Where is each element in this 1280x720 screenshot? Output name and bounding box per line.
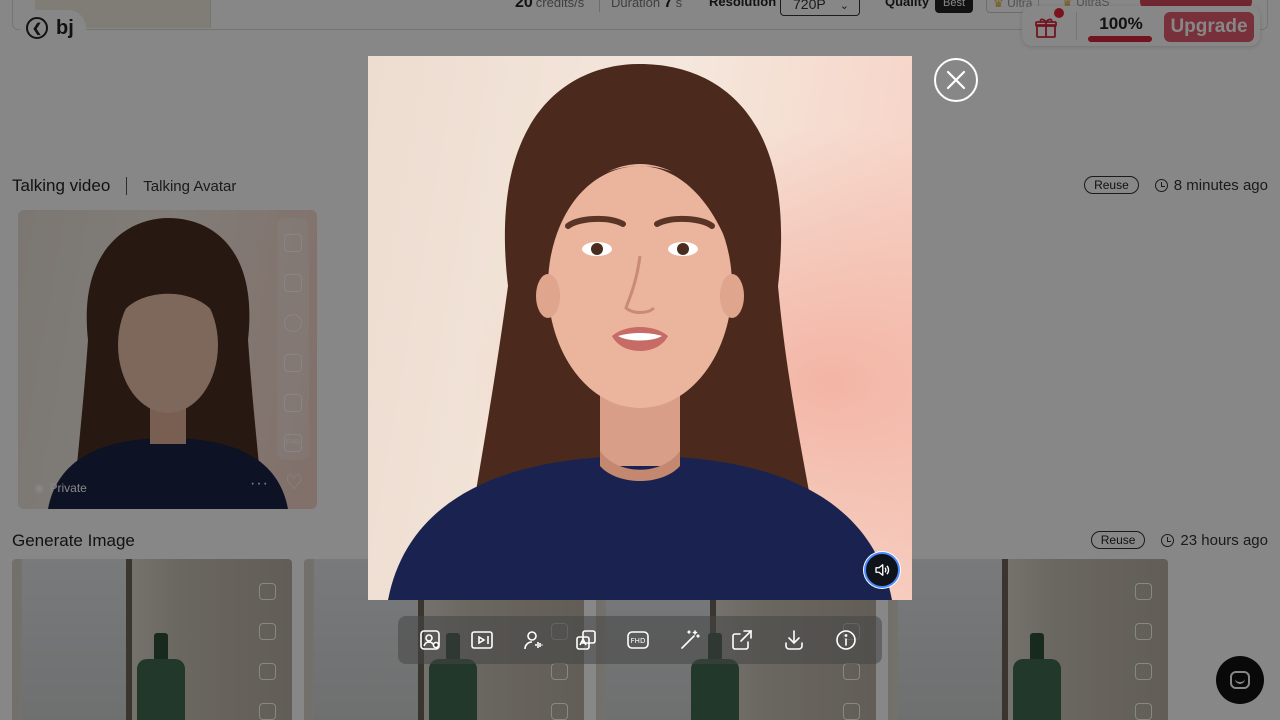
avatar-voice-icon[interactable] — [522, 628, 546, 652]
video-action-toolbar: FHD — [398, 616, 882, 664]
share-icon[interactable] — [730, 628, 754, 652]
translate-icon[interactable] — [574, 628, 598, 652]
face-swap-icon[interactable] — [418, 628, 442, 652]
close-button[interactable] — [934, 58, 978, 102]
avatar-video-frame — [388, 64, 892, 600]
speaker-icon — [875, 564, 890, 576]
video-preview-player[interactable] — [368, 56, 912, 600]
info-icon[interactable] — [834, 628, 858, 652]
download-icon[interactable] — [782, 628, 806, 652]
fhd-label: FHD — [631, 637, 646, 645]
fhd-upscale-icon[interactable]: FHD — [626, 628, 650, 652]
sound-toggle-button[interactable] — [864, 552, 900, 588]
video-enhance-icon[interactable] — [470, 628, 494, 652]
magic-wand-icon[interactable] — [678, 628, 702, 652]
close-icon — [946, 70, 966, 90]
